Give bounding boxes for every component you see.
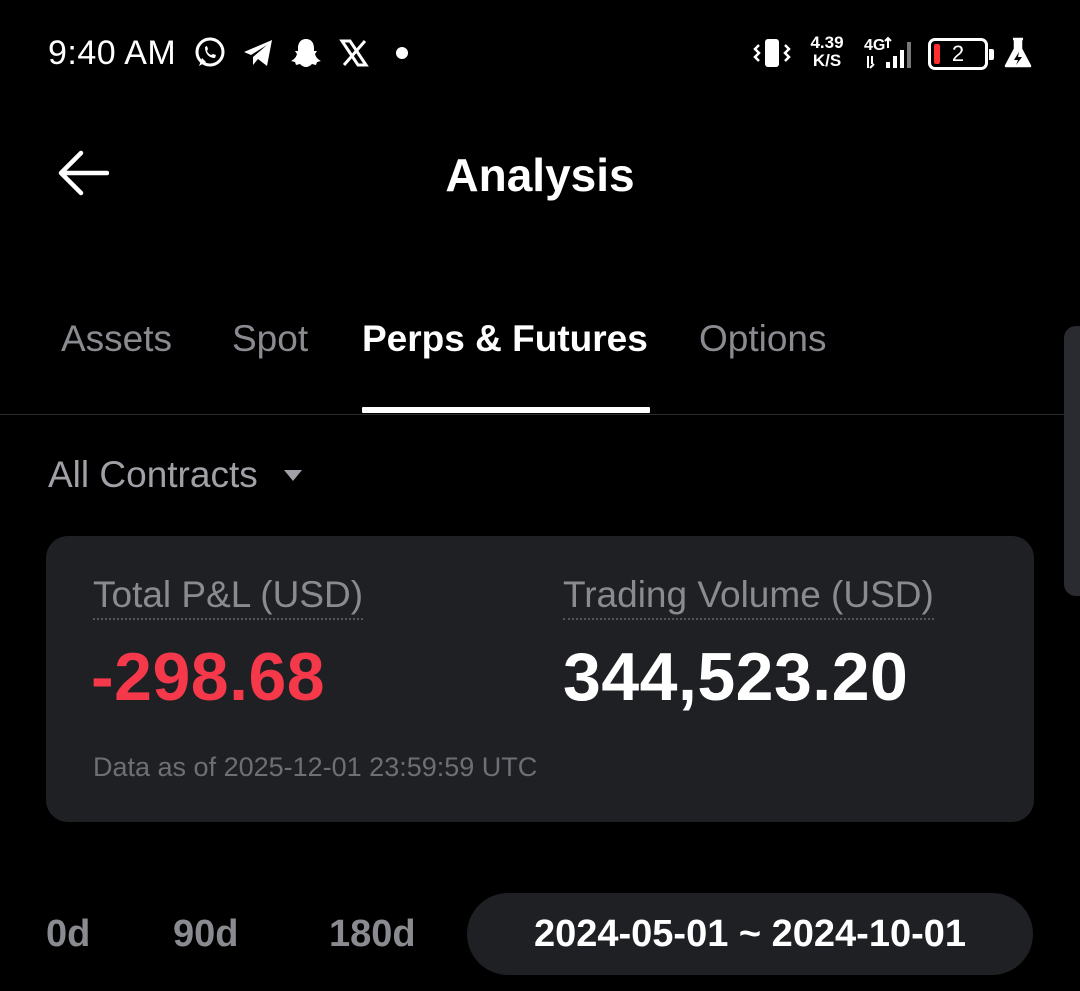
pnl-label[interactable]: Total P&L (USD): [93, 574, 364, 620]
tab-bar: Assets Spot Perps & Futures Options: [0, 300, 1080, 415]
x-icon: [336, 34, 372, 72]
summary-card: Total P&L (USD) -298.68 Trading Volume (…: [46, 536, 1034, 822]
volume-value: 344,523.20: [563, 639, 909, 715]
contracts-dropdown[interactable]: All Contracts: [48, 450, 302, 500]
pnl-value: -298.68: [91, 639, 326, 715]
network-speed: 4.39 K/S: [806, 34, 848, 70]
app-header: Analysis: [0, 120, 1080, 230]
status-bar: 9:40 AM 4.39 K/S 4G 2: [0, 0, 1080, 110]
dot-icon: [392, 34, 412, 72]
custom-range-chip[interactable]: 2024-05-01 ~ 2024-10-01: [467, 893, 1033, 975]
range-chip-0d[interactable]: 0d: [46, 893, 90, 975]
volume-label[interactable]: Trading Volume (USD): [563, 574, 934, 620]
network-speed-value: 4.39: [810, 33, 844, 52]
status-time: 9:40 AM: [48, 34, 177, 72]
network-speed-unit: K/S: [812, 51, 842, 70]
caret-down-icon: [283, 469, 302, 481]
screen: 9:40 AM 4.39 K/S 4G 2 Analysis Assets Sp…: [0, 0, 1080, 991]
contracts-dropdown-label: All Contracts: [48, 454, 258, 495]
tab-options[interactable]: Options: [699, 318, 827, 360]
page-title: Analysis: [445, 149, 635, 201]
range-chip-90d[interactable]: 90d: [173, 893, 238, 975]
data-timestamp: Data as of 2025-12-01 23:59:59 UTC: [93, 752, 538, 782]
tab-assets[interactable]: Assets: [61, 318, 172, 360]
range-chip-180d[interactable]: 180d: [329, 893, 416, 975]
snapchat-icon: [288, 34, 324, 72]
edge-panel-handle[interactable]: [1064, 326, 1080, 596]
tab-perps-futures[interactable]: Perps & Futures: [362, 318, 648, 360]
flask-icon: [1000, 34, 1036, 72]
tab-spot[interactable]: Spot: [232, 318, 308, 360]
date-range-selector: 0d 90d 180d 2024-05-01 ~ 2024-10-01: [0, 893, 1080, 975]
vibrate-icon: [750, 34, 794, 72]
telegram-icon: [240, 34, 276, 72]
battery-indicator: 2: [928, 38, 994, 70]
active-tab-indicator: [362, 407, 650, 413]
svg-text:4G: 4G: [864, 37, 885, 54]
battery-level: 2: [951, 41, 965, 66]
whatsapp-icon: [192, 34, 228, 72]
signal-icon: 4G: [862, 34, 920, 72]
